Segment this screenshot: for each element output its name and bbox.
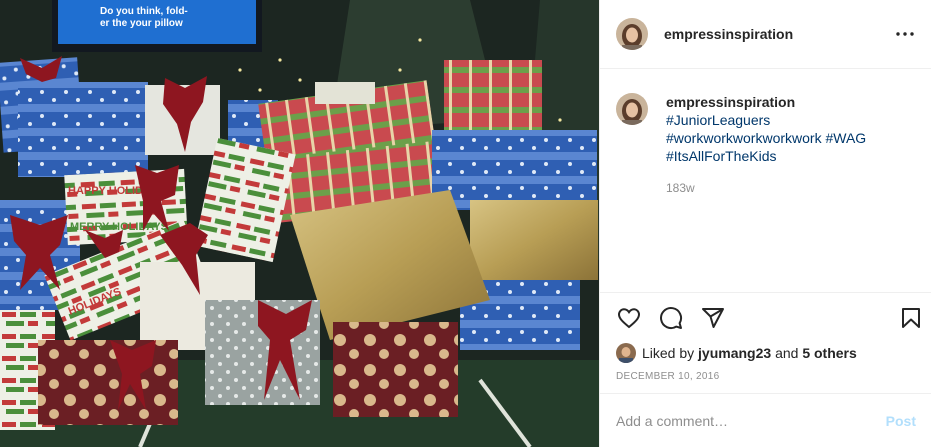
likes-summary: Liked by jyumang23 and 5 others xyxy=(600,343,931,363)
liked-by-and: and xyxy=(775,345,799,361)
hashtag[interactable]: #ItsAllForTheKids xyxy=(666,148,776,164)
caption-avatar[interactable] xyxy=(616,93,648,125)
author-avatar[interactable] xyxy=(616,18,648,50)
wrap-text-2: MERRY HOLIDAYS xyxy=(70,221,168,233)
paper-plane-icon[interactable] xyxy=(700,305,726,331)
liked-by-user[interactable]: jyumang23 xyxy=(698,345,771,361)
post-comment-button[interactable]: Post xyxy=(886,413,916,429)
hashtag[interactable]: #WAG xyxy=(825,130,866,146)
caption: empressinspiration #JuniorLeaguers #work… xyxy=(600,69,931,197)
liker-avatar[interactable] xyxy=(616,343,636,363)
action-bar xyxy=(600,293,931,343)
comment-icon[interactable] xyxy=(658,305,684,331)
post-age[interactable]: 183w xyxy=(666,179,896,197)
post-date[interactable]: DECEMBER 10, 2016 xyxy=(600,363,931,391)
hashtag[interactable]: #workworkworkworkwork xyxy=(666,130,822,146)
author-username[interactable]: empressinspiration xyxy=(664,26,793,42)
bookmark-icon[interactable] xyxy=(898,305,924,331)
liked-by-others-link[interactable]: 5 others xyxy=(802,345,856,361)
gift-pile-image: Do you think, fold- er the your pillow H… xyxy=(0,0,599,447)
post-actions-section: Liked by jyumang23 and 5 others DECEMBER… xyxy=(600,292,931,391)
comment-input[interactable] xyxy=(616,412,886,429)
hashtag-list: #JuniorLeaguers #workworkworkworkwork #W… xyxy=(666,111,896,165)
comment-form: Post xyxy=(600,393,931,447)
post-sidebar: empressinspiration empressinspiration #J… xyxy=(599,0,931,447)
tv-text-line1: Do you think, fold- xyxy=(100,6,188,17)
caption-text: empressinspiration #JuniorLeaguers #work… xyxy=(666,93,896,197)
heart-icon[interactable] xyxy=(616,305,642,331)
post-photo[interactable]: Do you think, fold- er the your pillow H… xyxy=(0,0,599,447)
liked-by-prefix: Liked by xyxy=(642,345,695,361)
caption-username[interactable]: empressinspiration xyxy=(666,93,896,111)
more-options-icon[interactable] xyxy=(895,24,915,44)
hashtag[interactable]: #JuniorLeaguers xyxy=(666,112,770,128)
post-header: empressinspiration xyxy=(600,0,931,69)
tv-text-line2: er the your pillow xyxy=(100,18,183,29)
